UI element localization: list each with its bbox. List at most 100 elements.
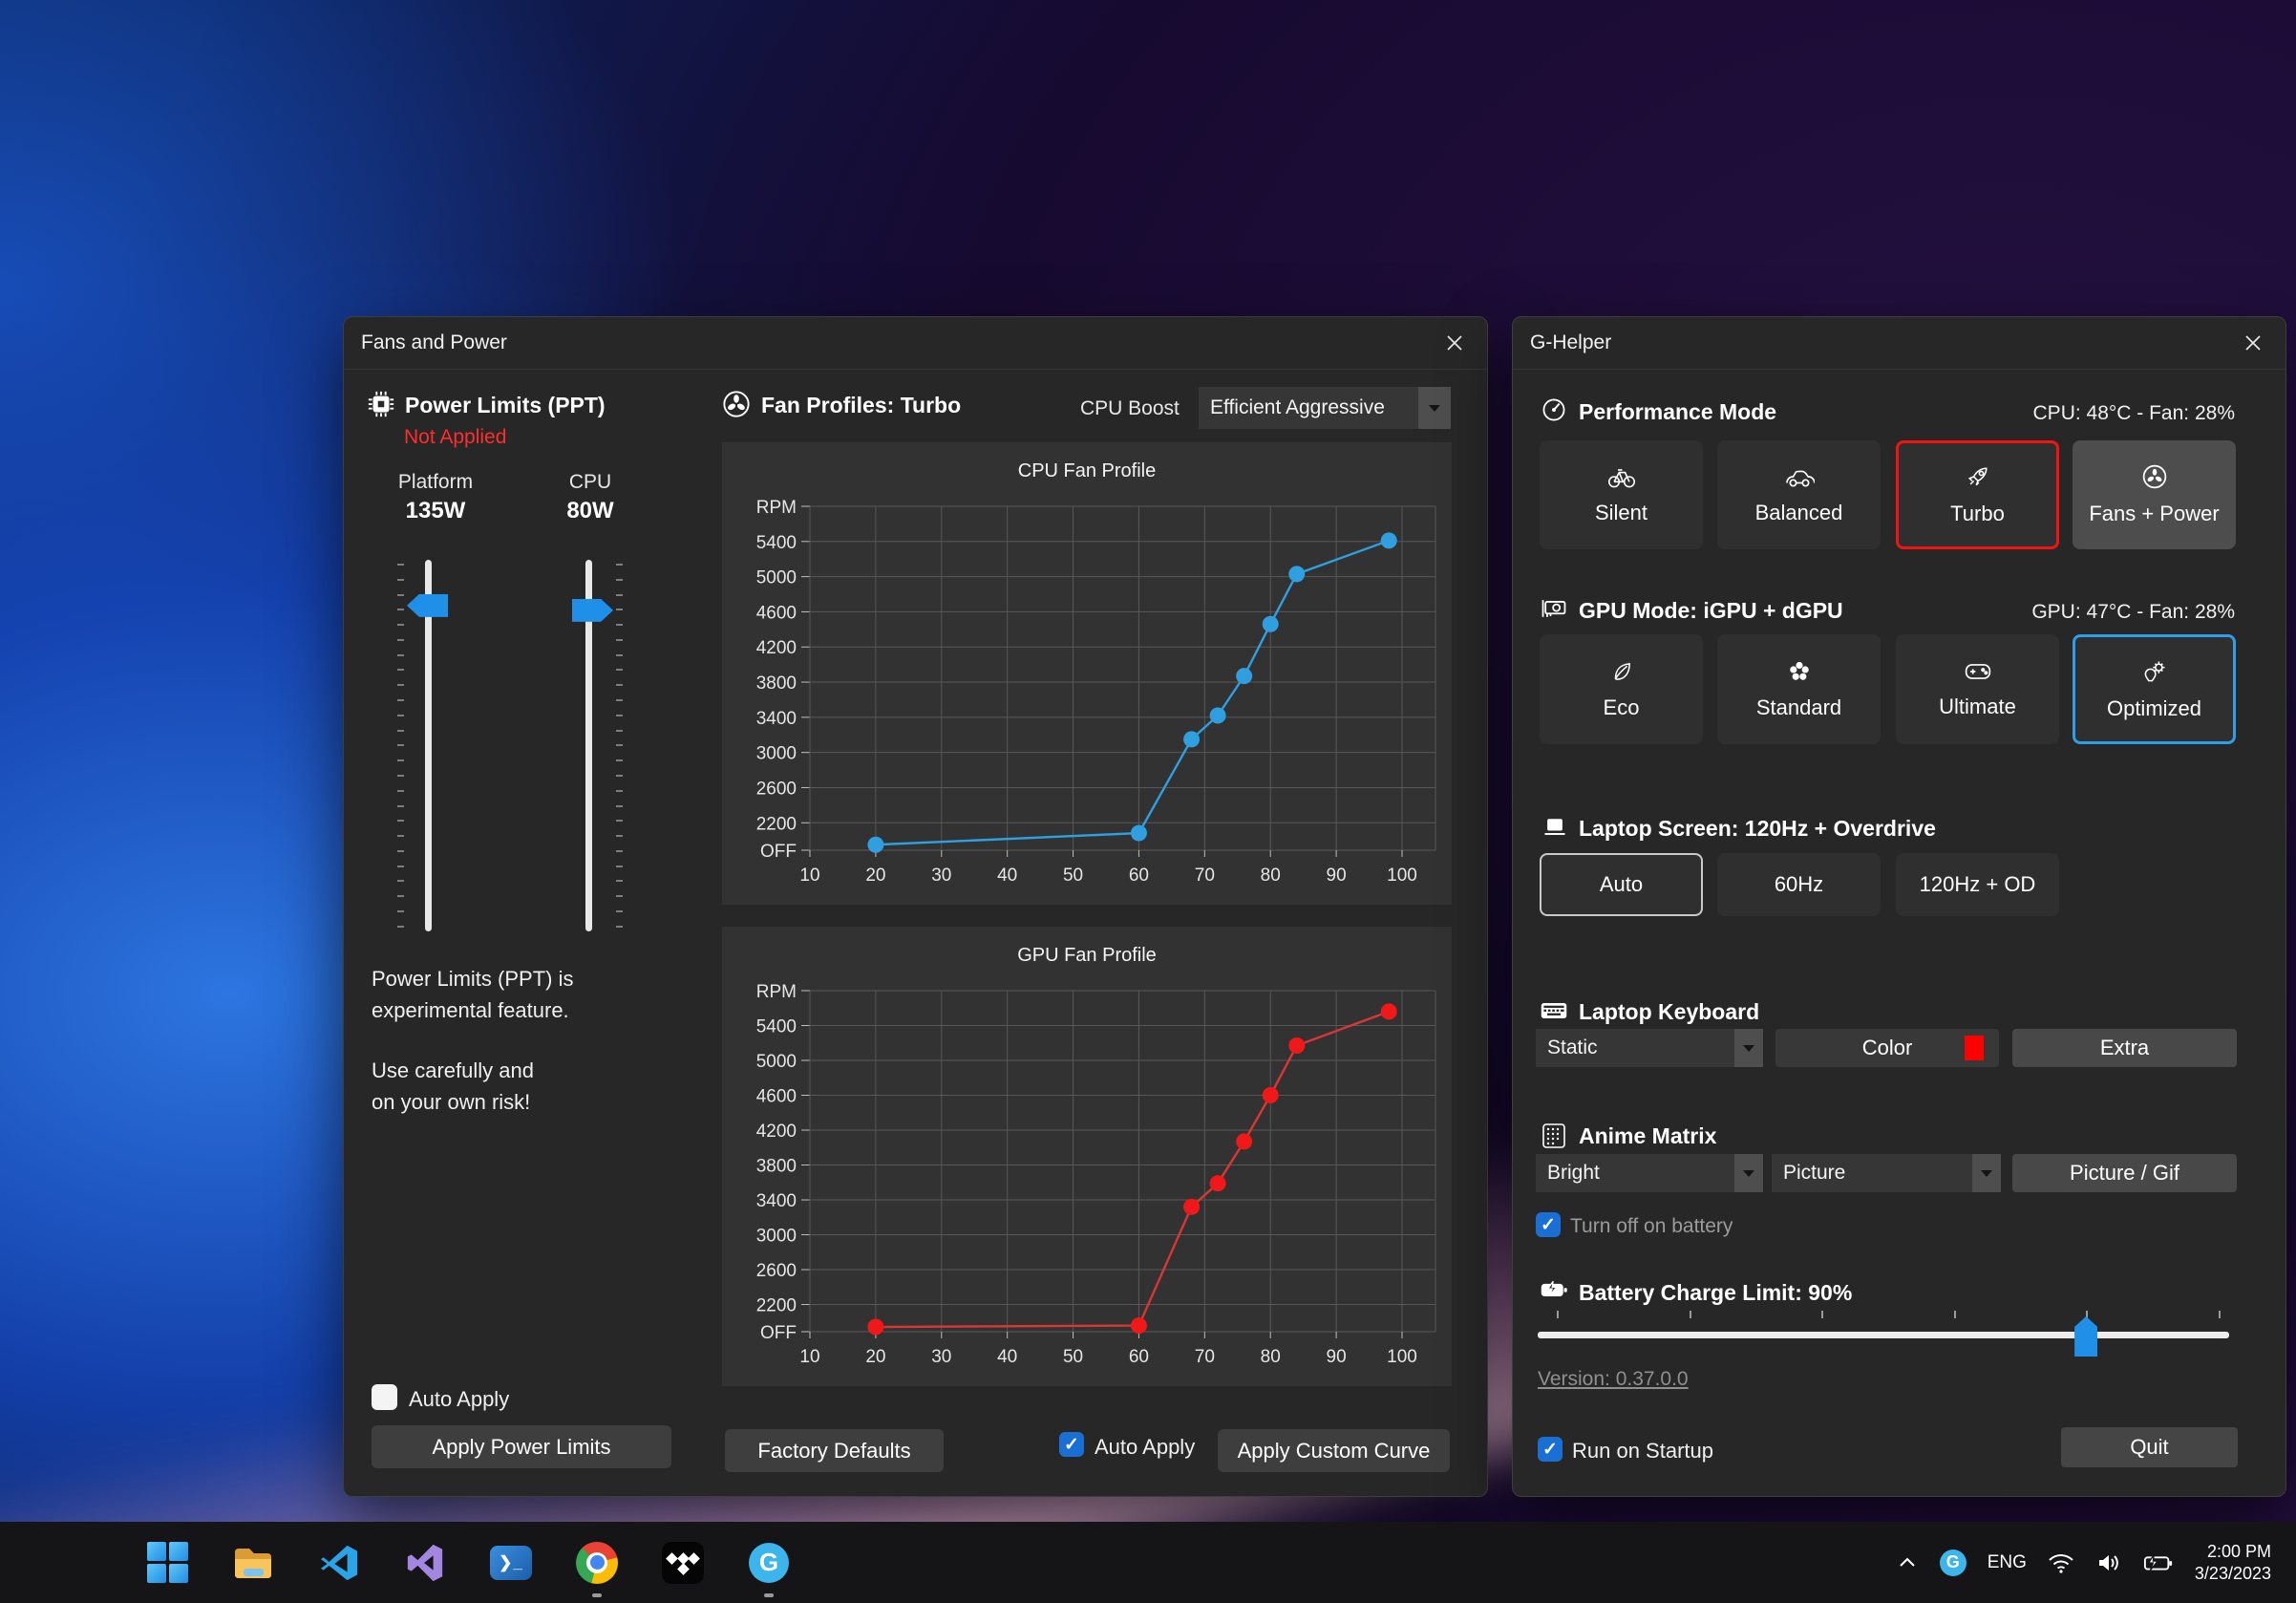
dropdown-caret-button[interactable]	[1734, 1154, 1763, 1192]
ghelper-title: G-Helper	[1530, 331, 1611, 354]
volume-button[interactable]	[2095, 1551, 2122, 1574]
screen-option-label: 120Hz + OD	[1920, 872, 2036, 897]
mode-balanced-button[interactable]: Balanced	[1717, 440, 1881, 549]
svg-text:2600: 2600	[756, 1261, 797, 1281]
keyboard-color-swatch[interactable]	[1965, 1036, 1984, 1060]
slider-tick	[397, 805, 404, 807]
mode-turbo-button[interactable]: Turbo	[1896, 440, 2059, 549]
running-indicator	[592, 1593, 602, 1597]
note-line-4: on your own risk!	[372, 1086, 534, 1118]
apply-power-limits-button[interactable]: Apply Power Limits	[372, 1425, 671, 1468]
rocket-icon	[1965, 463, 1991, 490]
keyboard-color-button[interactable]: Color	[1775, 1029, 1999, 1067]
battery-slider-track[interactable]	[1538, 1332, 2229, 1338]
mode-silent-button[interactable]: Silent	[1540, 440, 1703, 549]
matrix-brightness-dropdown[interactable]: Bright	[1536, 1154, 1763, 1192]
keyboard-mode-dropdown[interactable]: Static	[1536, 1029, 1763, 1067]
language-indicator[interactable]: ENG	[1988, 1552, 2027, 1573]
close-icon	[1445, 333, 1464, 353]
taskbar-clock[interactable]: 2:00 PM 3/23/2023	[2195, 1541, 2271, 1585]
slider-tick	[616, 835, 623, 837]
matrix-battery-label: Turn off on battery	[1570, 1215, 1733, 1238]
run-on-startup-checkbox[interactable]: ✓	[1538, 1437, 1563, 1462]
cpu-boost-value: Efficient Aggressive	[1199, 396, 1385, 419]
svg-text:3000: 3000	[756, 744, 797, 764]
fans-window-title: Fans and Power	[361, 331, 507, 354]
slider-tick	[616, 880, 623, 882]
tidal-button[interactable]	[661, 1541, 705, 1585]
ghelper-icon: G	[749, 1543, 789, 1583]
slider-tick	[397, 579, 404, 581]
mode-fans-power-button[interactable]: Fans + Power	[2073, 440, 2236, 549]
powershell-icon: ❯_	[490, 1546, 532, 1580]
svg-text:20: 20	[865, 1347, 885, 1367]
tray-chevron-button[interactable]	[1896, 1551, 1919, 1574]
dropdown-caret-button[interactable]	[1418, 387, 1451, 429]
fans-window-close-button[interactable]	[1437, 329, 1472, 357]
cpu-fan-chart[interactable]: CPU Fan ProfileRPM5400500046004200380034…	[722, 442, 1452, 905]
screen-auto-button[interactable]: Auto	[1540, 853, 1703, 916]
screen-120hz-od-button[interactable]: 120Hz + OD	[1896, 853, 2059, 916]
start-button[interactable]	[145, 1541, 189, 1585]
svg-text:OFF: OFF	[760, 1323, 797, 1343]
gpu-fan-chart-panel: GPU Fan ProfileRPM5400500046004200380034…	[722, 927, 1452, 1386]
svg-text:70: 70	[1195, 866, 1215, 886]
battery-tray-button[interactable]	[2143, 1551, 2174, 1574]
gamepad-icon	[1964, 660, 1992, 683]
vscode-button[interactable]	[317, 1541, 361, 1585]
ghelper-taskbar-button[interactable]: G	[747, 1541, 791, 1585]
keyboard-extra-button[interactable]: Extra	[2012, 1029, 2237, 1067]
dropdown-caret-button[interactable]	[1972, 1154, 2001, 1192]
factory-defaults-button[interactable]: Factory Defaults	[725, 1429, 944, 1472]
leaf-icon	[1609, 659, 1634, 684]
power-limits-auto-apply-checkbox[interactable]: ✓	[372, 1384, 397, 1410]
dropdown-caret-button[interactable]	[1734, 1029, 1763, 1067]
battery-slider-thumb[interactable]	[2074, 1316, 2097, 1357]
svg-text:2600: 2600	[756, 779, 797, 799]
gpu-optimized-button[interactable]: Optimized	[2073, 634, 2236, 744]
gpu-standard-button[interactable]: Standard	[1717, 634, 1881, 744]
slider-tick	[397, 594, 404, 596]
svg-text:5000: 5000	[756, 1052, 797, 1072]
gpu-mode-heading: GPU Mode: iGPU + dGPU	[1579, 598, 1843, 624]
slider-tick	[397, 744, 404, 746]
fans-window-titlebar[interactable]: Fans and Power	[344, 317, 1487, 370]
gpu-card-icon	[1540, 596, 1568, 621]
gpu-eco-button[interactable]: Eco	[1540, 634, 1703, 744]
gpu-fan-chart[interactable]: GPU Fan ProfileRPM5400500046004200380034…	[722, 927, 1452, 1386]
cpu-boost-dropdown[interactable]: Efficient Aggressive	[1199, 387, 1451, 429]
power-limits-status: Not Applied	[404, 426, 506, 449]
slider-tick	[1690, 1311, 1691, 1318]
svg-text:40: 40	[997, 866, 1017, 886]
chevron-down-icon	[1981, 1170, 1992, 1177]
svg-text:70: 70	[1195, 1347, 1215, 1367]
slider-tick	[397, 759, 404, 761]
screen-60hz-button[interactable]: 60Hz	[1717, 853, 1881, 916]
svg-text:5400: 5400	[756, 1017, 797, 1037]
curve-auto-apply-label: Auto Apply	[1095, 1435, 1195, 1460]
tray-ghelper-icon[interactable]: G	[1940, 1550, 1966, 1576]
powershell-button[interactable]: ❯_	[489, 1541, 533, 1585]
visual-studio-button[interactable]	[403, 1541, 447, 1585]
fan-icon	[722, 390, 751, 418]
apply-custom-curve-button[interactable]: Apply Custom Curve	[1218, 1429, 1450, 1472]
file-explorer-button[interactable]	[231, 1541, 275, 1585]
curve-auto-apply-checkbox[interactable]: ✓	[1059, 1432, 1084, 1457]
version-link[interactable]: Version: 0.37.0.0	[1538, 1368, 1689, 1391]
ghelper-close-button[interactable]	[2236, 329, 2270, 357]
chrome-button[interactable]	[575, 1541, 619, 1585]
wifi-button[interactable]	[2048, 1551, 2074, 1574]
mode-label: Balanced	[1755, 501, 1843, 525]
cpu-slider-thumb[interactable]	[572, 599, 613, 622]
gpu-ultimate-button[interactable]: Ultimate	[1896, 634, 2059, 744]
matrix-mode-dropdown[interactable]: Picture	[1772, 1154, 2001, 1192]
file-explorer-icon	[231, 1543, 275, 1583]
matrix-battery-checkbox[interactable]: ✓	[1536, 1212, 1561, 1237]
ghelper-titlebar[interactable]: G-Helper	[1513, 317, 2285, 370]
matrix-brightness-value: Bright	[1536, 1162, 1600, 1185]
quit-button[interactable]: Quit	[2061, 1427, 2238, 1467]
matrix-picture-gif-button[interactable]: Picture / Gif	[2012, 1154, 2237, 1192]
svg-text:90: 90	[1327, 1347, 1347, 1367]
platform-slider-thumb[interactable]	[407, 594, 448, 617]
slider-tick	[616, 669, 623, 671]
